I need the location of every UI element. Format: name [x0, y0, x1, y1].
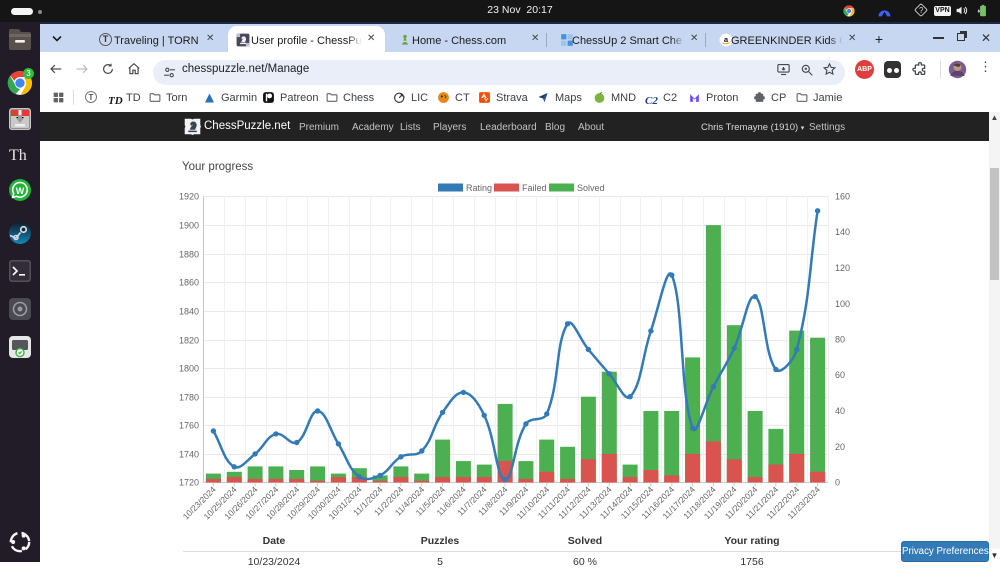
svg-text:Failed: Failed [522, 183, 547, 193]
svg-text:1920: 1920 [179, 192, 199, 202]
svg-text:1740: 1740 [179, 450, 199, 460]
svg-text:1900: 1900 [179, 221, 199, 231]
svg-text:160: 160 [835, 192, 850, 202]
svg-text:40: 40 [835, 406, 845, 416]
svg-text:Rating: Rating [466, 183, 492, 193]
svg-text:1880: 1880 [179, 250, 199, 260]
svg-text:1840: 1840 [179, 307, 199, 317]
svg-text:20: 20 [835, 442, 845, 452]
svg-text:1860: 1860 [179, 278, 199, 288]
svg-text:0: 0 [835, 478, 840, 488]
svg-text:100: 100 [835, 299, 850, 309]
svg-text:140: 140 [835, 227, 850, 237]
svg-text:Solved: Solved [577, 183, 605, 193]
svg-text:80: 80 [835, 335, 845, 345]
svg-text:1760: 1760 [179, 421, 199, 431]
svg-text:60: 60 [835, 370, 845, 380]
svg-text:120: 120 [835, 263, 850, 273]
svg-text:1720: 1720 [179, 478, 199, 488]
svg-text:1780: 1780 [179, 393, 199, 403]
svg-text:1820: 1820 [179, 336, 199, 346]
svg-text:1800: 1800 [179, 364, 199, 374]
